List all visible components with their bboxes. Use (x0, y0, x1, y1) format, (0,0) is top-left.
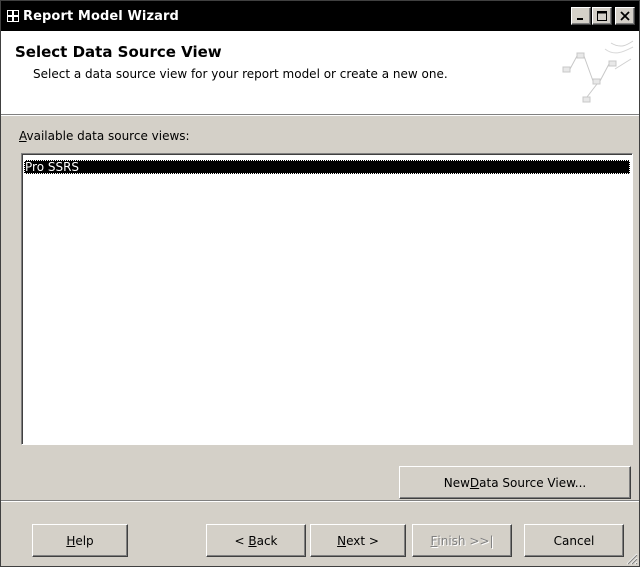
help-rest: elp (75, 533, 94, 548)
new-dsv-prefix: New (443, 475, 470, 490)
next-accel: N (337, 533, 347, 548)
new-data-source-view-button[interactable]: New Data Source View... (399, 466, 631, 499)
cancel-label: Cancel (553, 533, 595, 548)
maximize-button[interactable] (592, 7, 612, 25)
caption-buttons (570, 7, 635, 25)
maximize-icon (597, 11, 607, 21)
available-views-label: Available data source views: (19, 129, 190, 143)
next-rest: ext > (346, 533, 379, 548)
wizard-app-icon (6, 9, 20, 23)
new-dsv-accel: D (469, 475, 480, 490)
finish-accel: F (430, 533, 438, 548)
page-title: Select Data Source View (15, 43, 222, 61)
cancel-button[interactable]: Cancel (524, 524, 624, 557)
help-button[interactable]: Help (32, 524, 128, 557)
wizard-banner-graphic (562, 40, 634, 103)
resize-grip-icon[interactable] (624, 551, 638, 565)
data-source-view-list[interactable]: Pro SSRS (21, 153, 633, 445)
wizard-header: Select Data Source View Select a data so… (1, 31, 639, 116)
back-prefix: < (234, 533, 249, 548)
back-button[interactable]: < Back (206, 524, 306, 557)
next-button[interactable]: Next > (310, 524, 406, 557)
back-accel: B (248, 533, 257, 548)
close-icon (620, 11, 630, 21)
finish-rest: inish >>| (437, 533, 494, 548)
label-text: vailable data source views: (26, 129, 190, 143)
new-dsv-rest: ata Source View... (479, 475, 587, 490)
close-button[interactable] (615, 7, 635, 25)
title-bar[interactable]: Report Model Wizard (1, 1, 639, 31)
back-rest: ack (256, 533, 278, 548)
finish-button[interactable]: Finish >>| (412, 524, 512, 557)
list-item-selected[interactable]: Pro SSRS (24, 160, 630, 174)
button-bar-divider (1, 500, 639, 502)
window-title: Report Model Wizard (23, 8, 179, 24)
wizard-window: Report Model Wizard Select Data Source V… (0, 0, 640, 567)
page-subtitle: Select a data source view for your repor… (33, 67, 448, 81)
minimize-icon (577, 18, 583, 20)
minimize-button[interactable] (571, 7, 591, 25)
label-accelerator: A (19, 129, 27, 143)
help-accel: H (66, 533, 76, 548)
